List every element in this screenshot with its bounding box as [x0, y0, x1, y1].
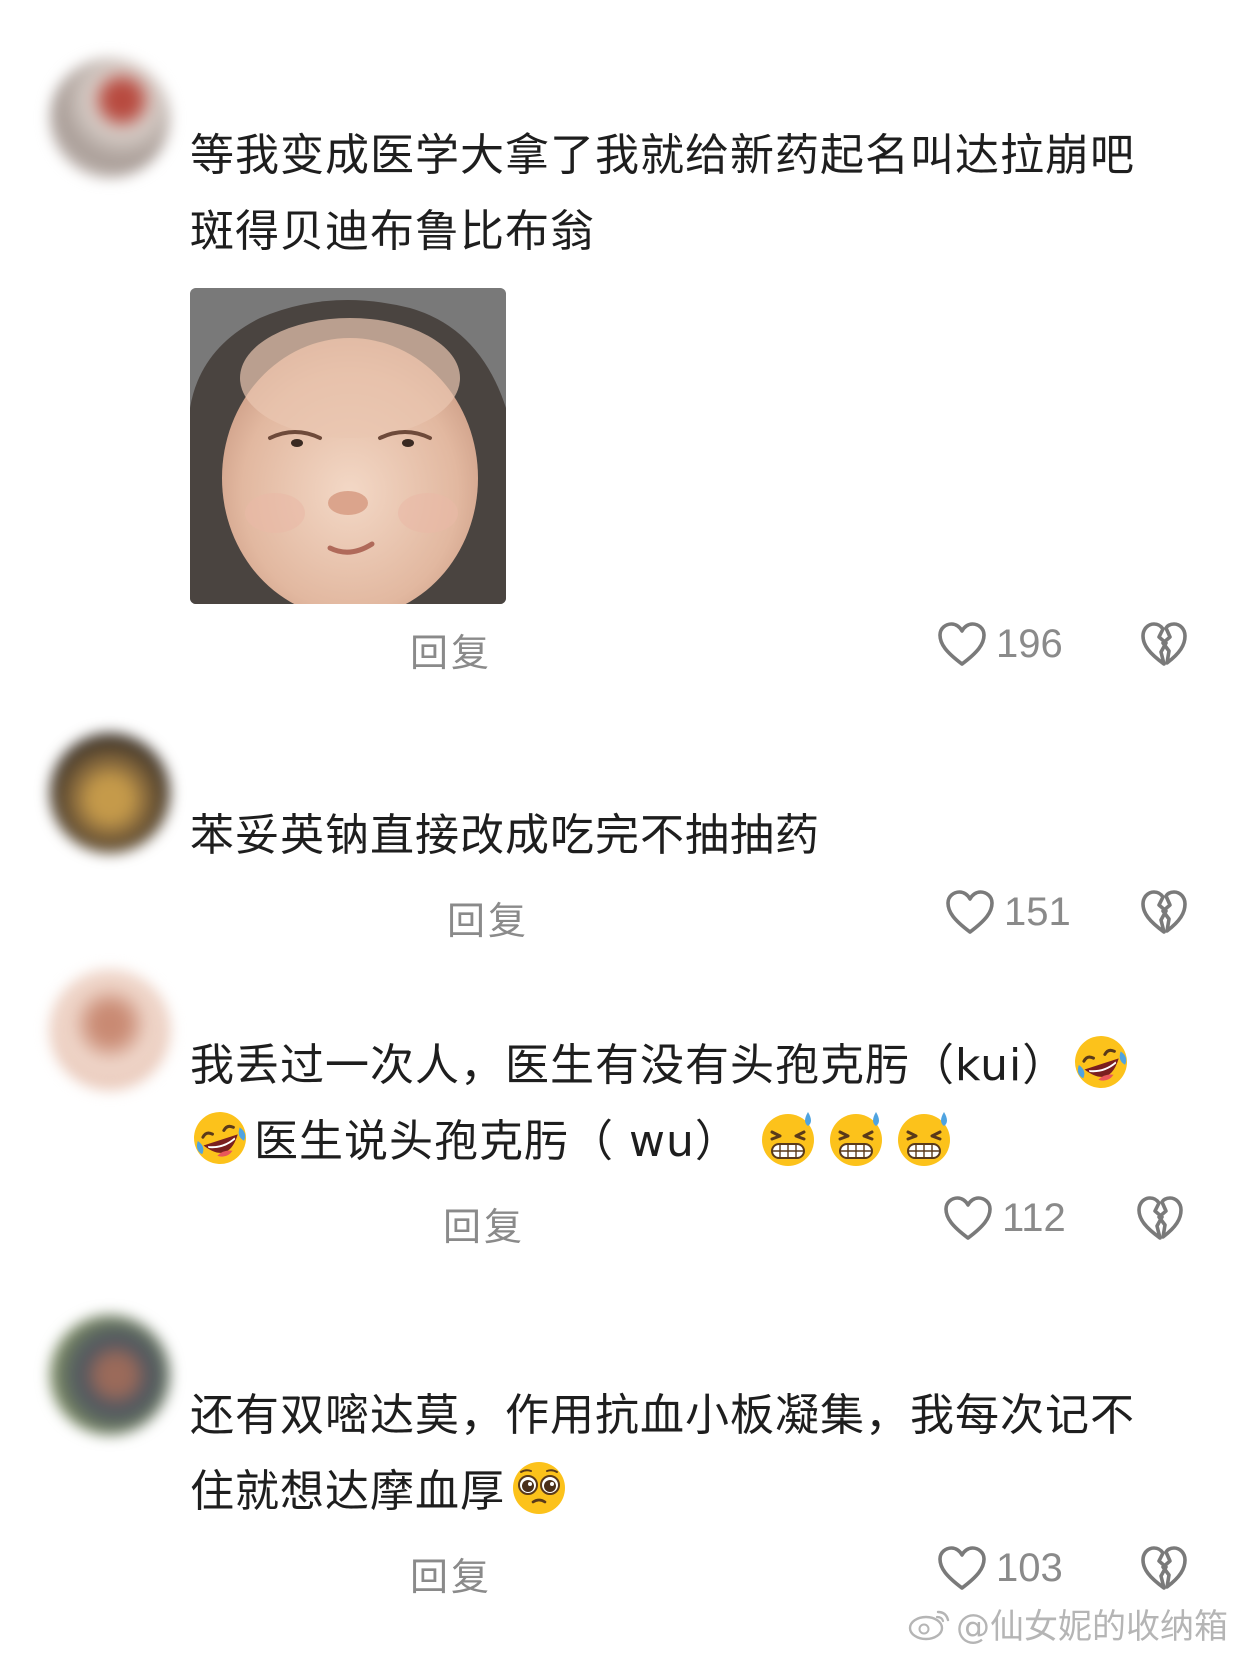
comment-text-segment: 住就想达摩血厚	[190, 1466, 505, 1517]
avatar[interactable]	[50, 1315, 170, 1435]
reply-button[interactable]: 回复	[410, 622, 492, 677]
broken-heart-icon[interactable]	[1138, 618, 1190, 670]
avatar[interactable]	[50, 733, 170, 853]
like-button[interactable]: 103	[936, 1540, 1063, 1596]
reply-button[interactable]: 回复	[410, 1546, 492, 1601]
reply-button[interactable]: 回复	[447, 890, 529, 945]
comment-text-line: 苯妥英钠直接改成吃完不抽抽药	[190, 810, 820, 861]
rolling-on-floor-laughing-emoji	[1071, 1032, 1131, 1092]
heart-outline-icon	[936, 620, 988, 668]
like-button[interactable]: 151	[944, 884, 1071, 940]
grinning-sweat-emoji	[894, 1108, 954, 1168]
comment-text-line: 我丢过一次人，医生有没有头孢克肟（kui）	[190, 1028, 1190, 1104]
broken-heart-icon[interactable]	[1138, 1542, 1190, 1594]
like-count: 103	[996, 1545, 1063, 1590]
baby-face-sticker	[190, 288, 506, 604]
rolling-on-floor-laughing-emoji	[190, 1108, 250, 1168]
like-count: 112	[1002, 1195, 1066, 1240]
watermark-text: @仙女妮的收纳箱	[956, 1607, 1228, 1647]
like-count: 151	[1004, 889, 1071, 934]
comment-text: 还有双嘧达莫，作用抗血小板凝集，我每次记不 住就想达摩血厚	[190, 1378, 1190, 1530]
grinning-sweat-emoji	[826, 1108, 886, 1168]
sticker-image[interactable]	[190, 288, 506, 604]
avatar[interactable]	[50, 58, 170, 178]
comment-text: 我丢过一次人，医生有没有头孢克肟（kui） 医生说头孢克肟（ wu）	[190, 1028, 1190, 1180]
avatar[interactable]	[50, 970, 170, 1090]
comment-text: 苯妥英钠直接改成吃完不抽抽药	[190, 798, 1190, 874]
pleading-face-emoji	[509, 1458, 569, 1518]
like-button[interactable]: 196	[936, 616, 1063, 672]
comment-text-line: 斑得贝迪布鲁比布翁	[190, 206, 595, 257]
comment-text: 等我变成医学大拿了我就给新药起名叫达拉崩吧 斑得贝迪布鲁比布翁	[190, 118, 1190, 270]
like-count: 196	[996, 621, 1063, 666]
comment-text-segment: 医生说头孢克肟（ wu）	[254, 1116, 740, 1167]
comment-text-line: 还有双嘧达莫，作用抗血小板凝集，我每次记不	[190, 1390, 1135, 1441]
broken-heart-icon[interactable]	[1134, 1192, 1186, 1244]
reply-button[interactable]: 回复	[443, 1196, 525, 1251]
weibo-logo-icon	[908, 1610, 950, 1640]
comment-text-segment: 我丢过一次人，医生有没有头孢克肟（kui）	[190, 1040, 1068, 1091]
comment-text-line: 医生说头孢克肟（ wu）	[190, 1104, 1190, 1180]
watermark: @仙女妮的收纳箱	[908, 1599, 1228, 1648]
comment-text-line: 住就想达摩血厚	[190, 1454, 1190, 1530]
broken-heart-icon[interactable]	[1138, 886, 1190, 938]
heart-outline-icon	[936, 1544, 988, 1592]
grinning-sweat-emoji	[758, 1108, 818, 1168]
heart-outline-icon	[942, 1194, 994, 1242]
comment-text-line: 等我变成医学大拿了我就给新药起名叫达拉崩吧	[190, 130, 1135, 181]
heart-outline-icon	[944, 888, 996, 936]
like-button[interactable]: 112	[942, 1190, 1066, 1246]
